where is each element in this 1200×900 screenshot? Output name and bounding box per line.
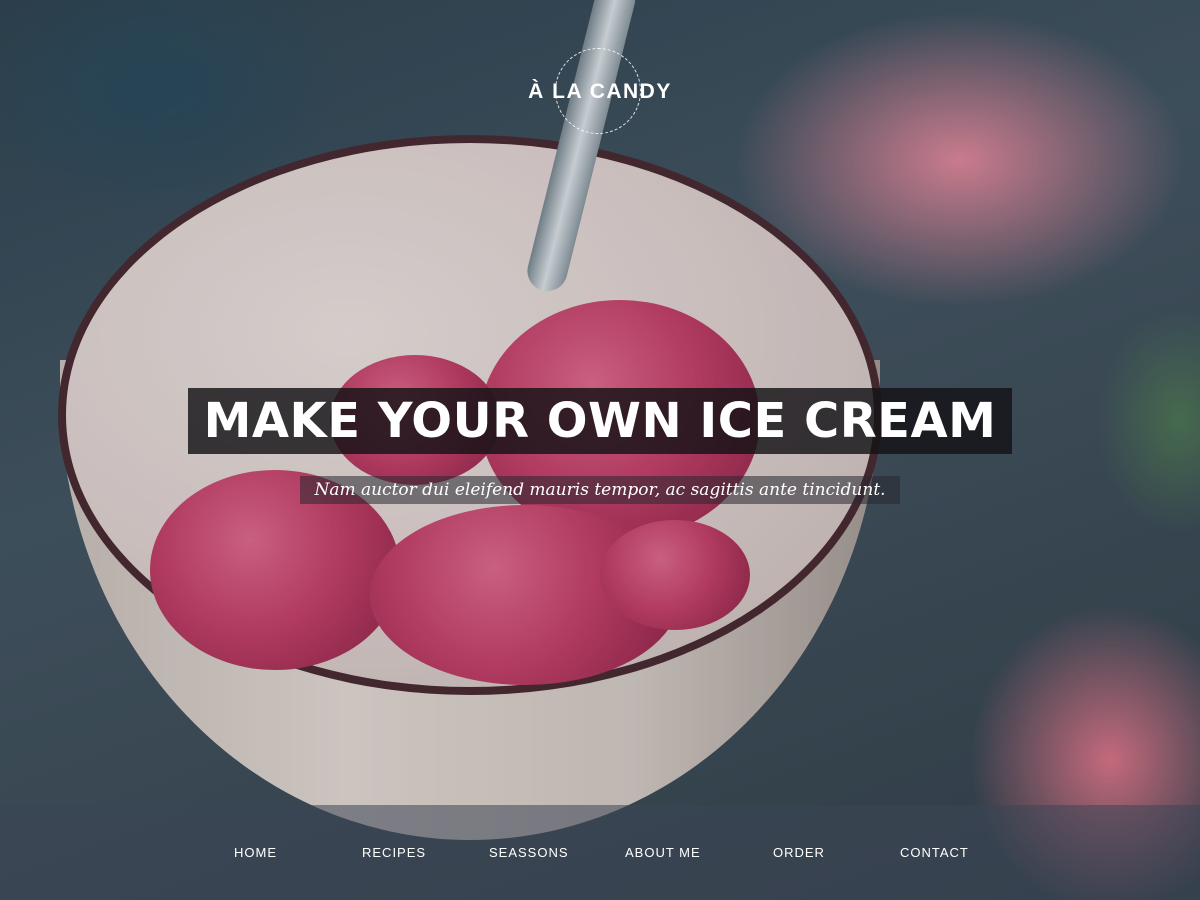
nav-item-about-me[interactable]: ABOUT ME — [625, 845, 701, 860]
nav-item-recipes[interactable]: RECIPES — [362, 845, 426, 860]
nav-item-order[interactable]: ORDER — [773, 845, 825, 860]
page-subtitle: Nam auctor dui eleifend mauris tempor, a… — [300, 476, 900, 504]
site-logo[interactable]: À LA CANDY — [510, 46, 690, 146]
page-headline: MAKE YOUR OWN ICE CREAM — [187, 388, 1013, 454]
logo-text: À LA CANDY — [528, 80, 672, 103]
nav-item-contact[interactable]: CONTACT — [900, 845, 969, 860]
nav-item-home[interactable]: HOME — [234, 845, 277, 860]
hero-section: À LA CANDY MAKE YOUR OWN ICE CREAM Nam a… — [0, 0, 1200, 900]
subtitle-container: Nam auctor dui eleifend mauris tempor, a… — [0, 476, 1200, 504]
nav-item-seassons[interactable]: SEASSONS — [489, 845, 569, 860]
main-nav: HOME RECIPES SEASSONS ABOUT ME ORDER CON… — [0, 805, 1200, 900]
headline-container: MAKE YOUR OWN ICE CREAM — [0, 388, 1200, 454]
